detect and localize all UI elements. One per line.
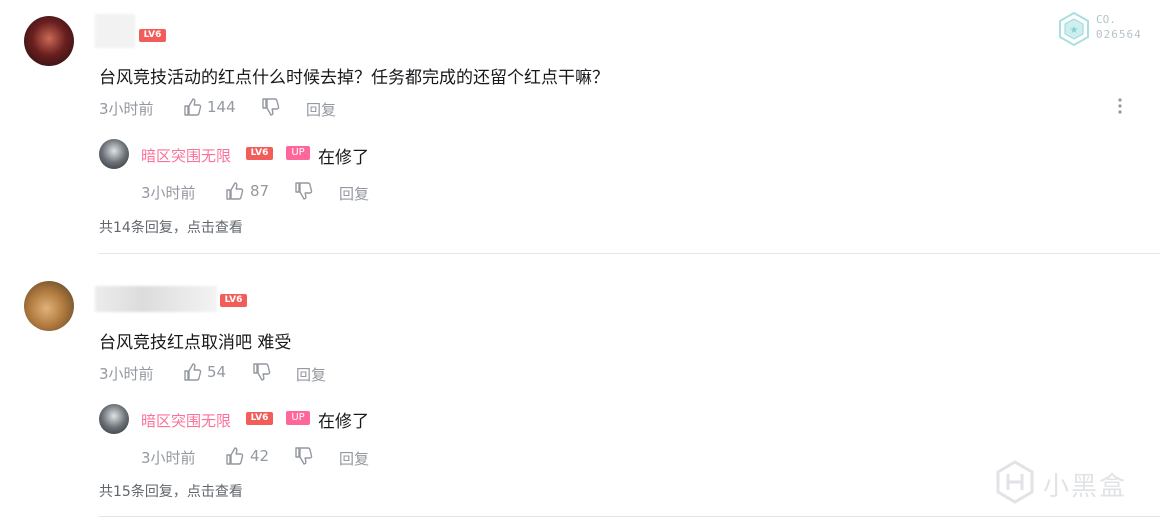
reply-reply-button[interactable]: 回复 bbox=[339, 183, 369, 204]
svg-text:★: ★ bbox=[1070, 25, 1079, 36]
cert-badge-co: CO. bbox=[1096, 13, 1116, 26]
reply-like-count: 87 bbox=[250, 182, 270, 200]
reply-level-badge: LV6 bbox=[246, 147, 273, 160]
more-options-icon[interactable] bbox=[1117, 96, 1123, 120]
comment-text: 台风竞技活动的红点什么时候去掉？任务都完成的还留个红点干嘛？ bbox=[99, 68, 609, 88]
thumb-down-icon[interactable] bbox=[251, 362, 271, 386]
up-badge: UP bbox=[286, 411, 310, 425]
view-more-replies[interactable]: 共15条回复，点击查看 bbox=[99, 481, 243, 501]
view-more-replies[interactable]: 共14条回复，点击查看 bbox=[99, 217, 243, 237]
level-badge: LV6 bbox=[139, 29, 166, 42]
cert-badge-code: 026564 bbox=[1096, 28, 1142, 41]
reply-level-badge: LV6 bbox=[246, 412, 273, 425]
heybox-logo-icon bbox=[996, 460, 1034, 504]
cert-badge: ★ CO. 026564 bbox=[1058, 11, 1158, 47]
thumb-up-icon[interactable] bbox=[182, 362, 202, 386]
comment-avatar[interactable] bbox=[24, 16, 74, 66]
thumb-up-icon[interactable] bbox=[182, 97, 202, 121]
level-badge: LV6 bbox=[220, 294, 247, 307]
reply-text: 在修了 bbox=[318, 412, 369, 432]
reply-avatar[interactable] bbox=[99, 139, 129, 169]
reply-reply-button[interactable]: 回复 bbox=[339, 448, 369, 469]
reply-time: 3小时前 bbox=[141, 449, 196, 467]
watermark: 小黑盒 bbox=[995, 460, 1145, 504]
thumb-down-icon[interactable] bbox=[293, 446, 313, 470]
like-count: 54 bbox=[207, 363, 227, 381]
comment-avatar[interactable] bbox=[24, 281, 74, 331]
up-badge: UP bbox=[286, 146, 310, 160]
thumb-down-icon[interactable] bbox=[293, 181, 313, 205]
comment-time: 3小时前 bbox=[99, 365, 154, 383]
username-redacted bbox=[95, 286, 217, 312]
reply-like-count: 42 bbox=[250, 447, 270, 465]
reply-button[interactable]: 回复 bbox=[306, 99, 336, 120]
comment-text: 台风竞技红点取消吧 难受 bbox=[99, 333, 292, 353]
thumb-up-icon[interactable] bbox=[224, 446, 244, 470]
comment-time: 3小时前 bbox=[99, 100, 154, 118]
thumb-up-icon[interactable] bbox=[224, 181, 244, 205]
comment-divider bbox=[99, 516, 1160, 517]
like-count: 144 bbox=[207, 98, 236, 116]
watermark-text: 小黑盒 bbox=[1043, 472, 1128, 502]
reply-username[interactable]: 暗区突围无限 bbox=[141, 410, 231, 431]
reply-username[interactable]: 暗区突围无限 bbox=[141, 145, 231, 166]
reply-time: 3小时前 bbox=[141, 184, 196, 202]
reply-text: 在修了 bbox=[318, 148, 369, 168]
thumb-down-icon[interactable] bbox=[260, 97, 280, 121]
username-redacted bbox=[95, 14, 135, 48]
reply-avatar[interactable] bbox=[99, 404, 129, 434]
hexagon-badge-icon: ★ bbox=[1059, 11, 1089, 47]
comment-divider bbox=[99, 253, 1160, 254]
reply-button[interactable]: 回复 bbox=[296, 364, 326, 385]
